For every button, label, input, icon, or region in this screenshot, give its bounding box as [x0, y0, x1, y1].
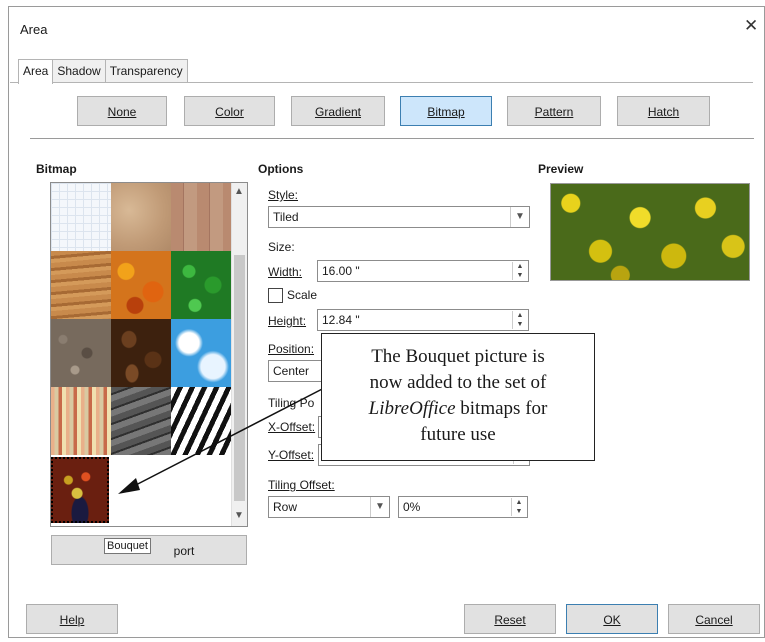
help-button[interactable]: Help [26, 604, 118, 634]
annotation-callout: The Bouquet picture is now added to the … [321, 333, 595, 461]
tab-area[interactable]: Area [18, 59, 54, 84]
cancel-button[interactable]: Cancel [668, 604, 760, 634]
reset-button[interactable]: Reset [464, 604, 556, 634]
bouquet-tooltip: Bouquet [104, 538, 151, 554]
ok-button[interactable]: OK [566, 604, 658, 634]
